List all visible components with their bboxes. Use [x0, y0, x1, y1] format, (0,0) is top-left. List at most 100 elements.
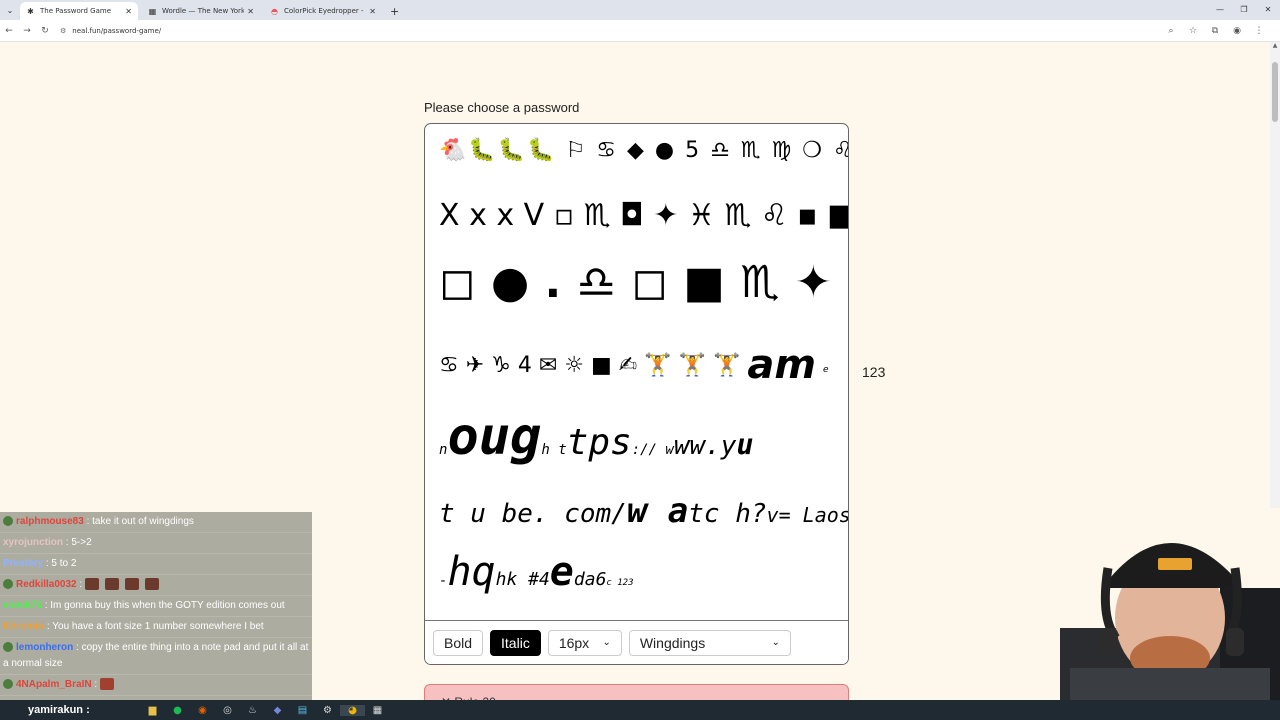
chat-message: Prestery : 5 to 2 [0, 554, 312, 575]
chat-text: : [94, 679, 98, 690]
password-segment: hk #4 [495, 569, 550, 590]
firefox-icon[interactable]: ◉ [190, 705, 215, 716]
font-size-select[interactable]: 16px ⌄ [547, 629, 622, 656]
notepad-icon[interactable]: ▤ [290, 705, 315, 716]
emote-icon [125, 578, 140, 591]
streamer-webcam-image [1030, 508, 1280, 700]
password-segment: v= Laosh [766, 503, 848, 527]
discord-icon[interactable]: ◆ [265, 705, 290, 716]
chat-username: Redkilla0032 [16, 579, 77, 590]
password-line: t u be. com/w atc h?v= Laosht [439, 482, 848, 533]
emote-icon [105, 578, 120, 591]
zoom-icon[interactable]: ⌕ [1160, 26, 1182, 36]
password-line: 🐔🐛🐛🐛 ⚐ ♋ ◆ ● 5 ♎ ♏ ♍ ❍ ♌ ❐ [439, 138, 849, 163]
password-segment: c 123 [606, 578, 634, 588]
os-taskbar: yamirakun : ▆ ● ◉ ◎ ♨ ◆ ▤ ⚙ ◕ ▦ [0, 700, 1280, 720]
chat-message: 4NApalm_BraIN : [0, 675, 312, 696]
url-text: neal.fun/password-game/ [72, 26, 162, 35]
scrollbar-thumb[interactable] [1272, 62, 1278, 122]
password-segment: e [823, 365, 829, 375]
format-toolbar: Bold Italic 16px ⌄ Wingdings ⌄ [425, 620, 848, 664]
close-icon[interactable]: ✕ [369, 7, 376, 16]
profile-icon[interactable]: ◉ [1226, 26, 1248, 36]
reload-icon[interactable]: ↻ [36, 26, 54, 36]
toolbar-icons: ⌕ ☆ ⧉ ◉ ⋮ [1160, 20, 1270, 42]
chrome-icon[interactable]: ◕ [340, 704, 365, 716]
password-segment: ww.y [673, 431, 737, 461]
chat-message: eseck76 : Im gonna buy this when the GOT… [0, 596, 312, 617]
password-line: X x x V ▫ ♏ ◘ ✦ ♓ ♏ ♌ ▪ ■ ◆ ▫ [439, 198, 848, 233]
password-editor[interactable]: 🐔🐛🐛🐛 ⚐ ♋ ◆ ● 5 ♎ ♏ ♍ ❍ ♌ ❐ X x x V ▫ ♏ ◘… [425, 124, 848, 621]
taskbar-apps: ▆ ● ◉ ◎ ♨ ◆ ▤ ⚙ ◕ ▦ [140, 700, 390, 720]
password-segment: tc h? [688, 499, 767, 529]
menu-icon[interactable]: ⋮ [1248, 26, 1270, 36]
font-family-select[interactable]: Wingdings ⌄ [628, 629, 791, 656]
close-icon[interactable]: ✕ [125, 7, 132, 16]
chat-username: ralphmouse83 [16, 516, 84, 527]
chat-username: yamirakun [28, 704, 84, 716]
steam-icon[interactable]: ♨ [240, 705, 265, 716]
italic-button[interactable]: Italic [490, 629, 541, 656]
password-segment: tps [566, 422, 632, 463]
extensions-icon[interactable]: ⧉ [1204, 26, 1226, 36]
password-line: -hqhk #4eda6c 123 [439, 549, 634, 595]
settings-icon[interactable]: ⚙ [315, 705, 340, 716]
font-family-value: Wingdings [639, 634, 706, 651]
url-field[interactable]: ⚙ neal.fun/password-game/ [60, 27, 161, 35]
emote-icon [145, 578, 160, 591]
user-badge-icon [3, 642, 13, 653]
password-segment: e [549, 549, 574, 595]
emote-icon [85, 578, 100, 591]
spotify-icon[interactable]: ● [165, 705, 190, 716]
chat-username: lemonheron [16, 642, 74, 653]
chat-username: Khromio [3, 621, 45, 632]
scroll-up-icon[interactable]: ▲ [1270, 42, 1280, 52]
tab-password-game[interactable]: ✱ The Password Game ✕ [20, 2, 138, 20]
chat-message: xyrojunction : 5->2 [0, 533, 312, 554]
password-segment: :// w [631, 442, 674, 458]
chat-message: yamirakun : [0, 700, 90, 720]
chat-message: ralphmouse83 : take it out of wingdings [0, 512, 312, 533]
password-segment: h t [541, 442, 567, 458]
restore-icon[interactable]: ❐ [1232, 0, 1256, 20]
close-window-icon[interactable]: ✕ [1256, 0, 1280, 20]
chat-username: 4NApalm_BraIN [16, 679, 92, 690]
address-bar-row: ← → ↻ ⚙ neal.fun/password-game/ ⌕ ☆ ⧉ ◉ … [0, 20, 1280, 42]
tab-colorpick[interactable]: ◓ ColorPick Eyedropper - Chrome ✕ [264, 2, 382, 20]
back-icon[interactable]: ← [0, 26, 18, 36]
password-line: nough ttps:// www.yu [439, 407, 753, 467]
password-segment: t u be. com/ [439, 499, 627, 529]
close-icon[interactable]: ✕ [247, 7, 254, 16]
window-controls: — ❐ ✕ [1208, 0, 1280, 20]
user-badge-icon [3, 516, 13, 527]
chat-text: : 5 to 2 [45, 558, 77, 569]
webcam-overlay [1030, 508, 1280, 700]
site-info-icon[interactable]: ⚙ [60, 27, 66, 35]
chat-text: : [86, 704, 90, 716]
chat-message: Redkilla0032 : [0, 575, 312, 596]
tab-wordle[interactable]: ▦ Wordle — The New York Times ✕ [142, 2, 260, 20]
password-box[interactable]: 🐔🐛🐛🐛 ⚐ ♋ ◆ ● 5 ♎ ♏ ♍ ❍ ♌ ❐ X x x V ▫ ♏ ◘… [424, 123, 849, 665]
font-size-value: 16px [558, 634, 590, 651]
chat-text: : 5->2 [65, 537, 92, 548]
password-line: ♋ ✈ ♑ 4 ✉ ☼ ■ ✍ 🏋 🏋 🏋 am e [439, 342, 829, 388]
password-segment: w a [626, 491, 689, 531]
bookmark-star-icon[interactable]: ☆ [1182, 26, 1204, 36]
calculator-icon[interactable]: ▦ [365, 705, 390, 716]
chat-text: : take it out of wingdings [86, 516, 194, 527]
chat-username: Prestery [3, 558, 44, 569]
obs-icon[interactable]: ◎ [215, 705, 240, 716]
nyt-icon: ▦ [148, 6, 157, 16]
user-badge-icon [3, 579, 13, 590]
new-tab-button[interactable]: + [386, 5, 403, 20]
password-segment: hq [447, 549, 496, 595]
bold-button[interactable]: Bold [433, 629, 484, 656]
forward-icon[interactable]: → [18, 26, 36, 36]
file-explorer-icon[interactable]: ▆ [140, 705, 165, 716]
emote-icon [100, 678, 115, 691]
minimize-icon[interactable]: — [1208, 0, 1232, 20]
tab-search-icon[interactable]: ⌄ [0, 0, 20, 20]
password-segment: u [736, 428, 754, 461]
password-line: ◻ ● . ♎ ◻ ■ ♏ ✦ ♓ [439, 257, 849, 308]
password-prompt: Please choose a password [424, 100, 580, 115]
